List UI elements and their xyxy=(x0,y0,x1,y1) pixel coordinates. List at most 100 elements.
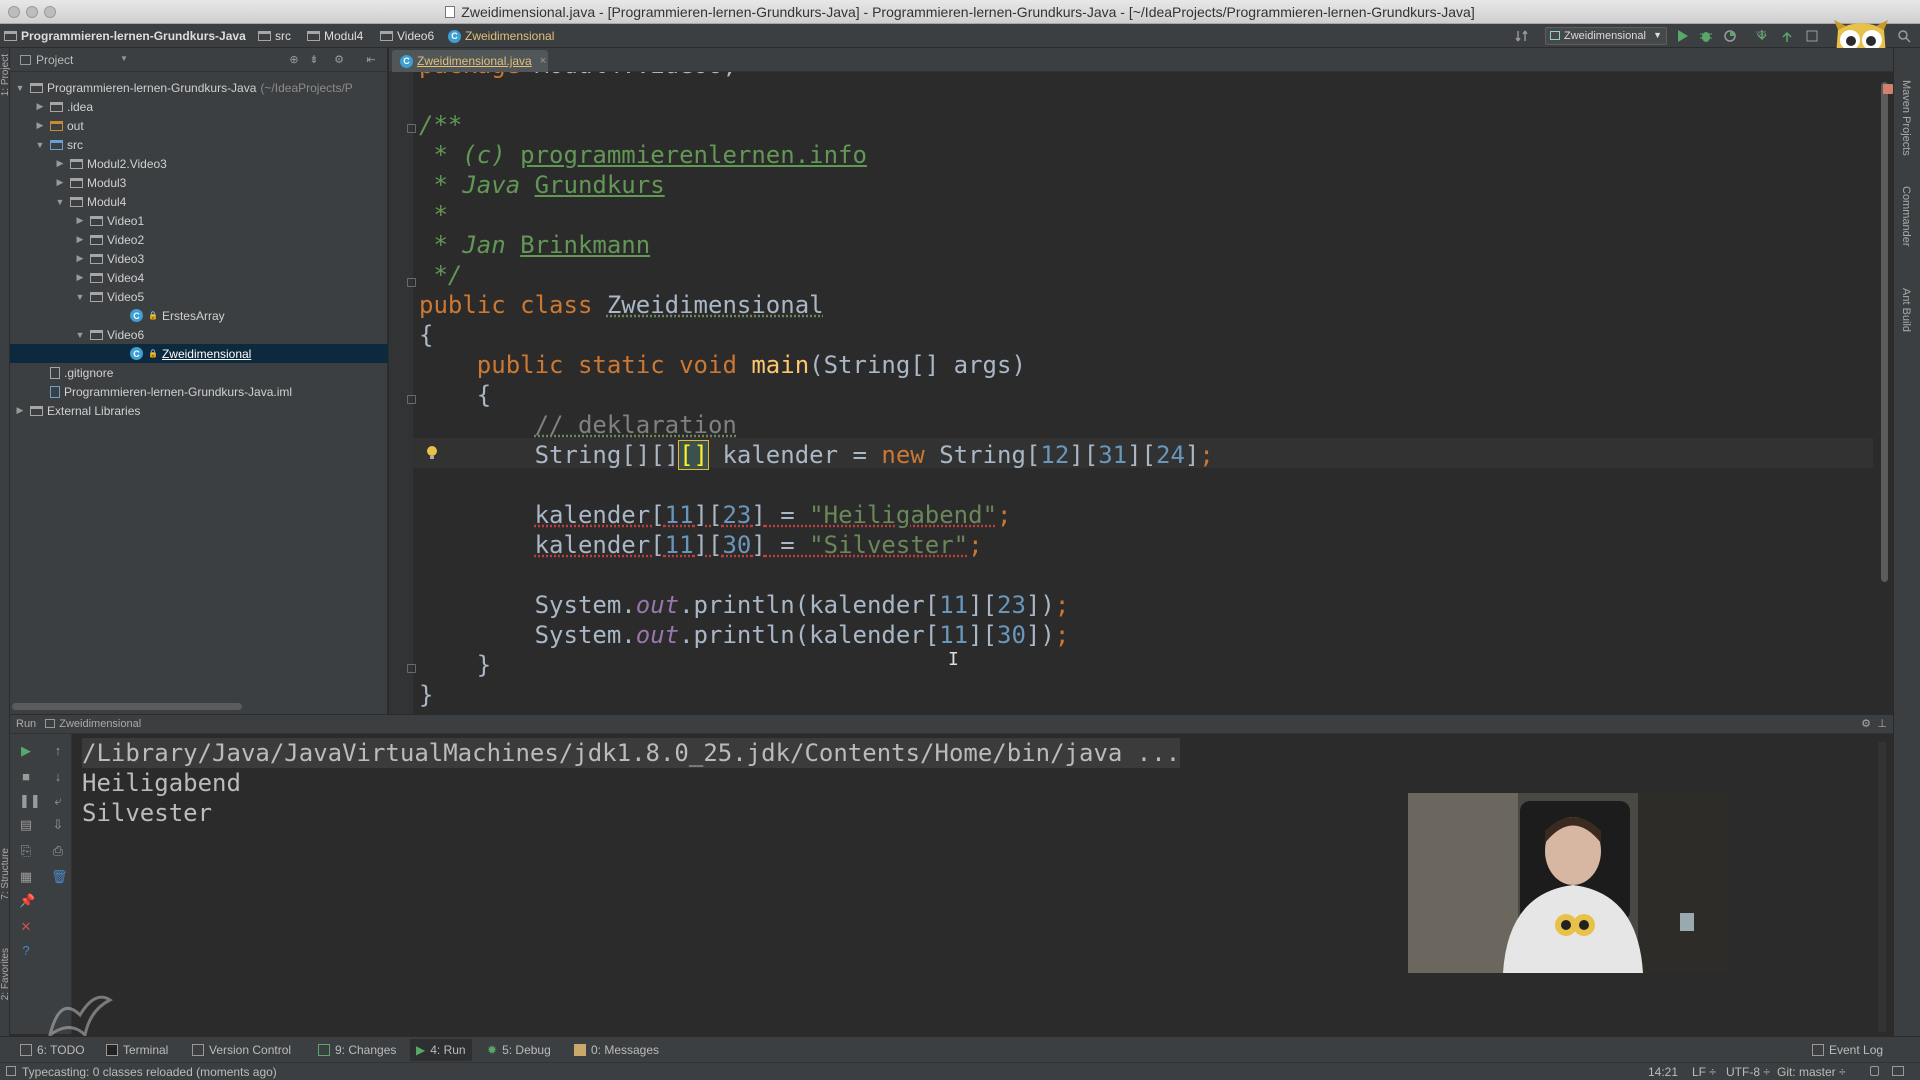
expand-arrow-right-icon[interactable]: ▶ xyxy=(34,120,46,131)
run-icon[interactable] xyxy=(1675,29,1689,43)
project-panel-title[interactable]: Project xyxy=(36,53,73,67)
breadcrumb-src[interactable]: src xyxy=(258,29,291,43)
caret-position[interactable]: 14:21 xyxy=(1648,1065,1678,1079)
close-icon[interactable]: × xyxy=(540,55,546,67)
tree-item[interactable]: ▼ Modul4 xyxy=(10,192,388,211)
memory-indicator-icon[interactable] xyxy=(1892,1066,1904,1076)
tree-item[interactable]: ▼ Video6 xyxy=(10,325,388,344)
breadcrumb-class[interactable]: C Zweidimensional xyxy=(448,29,554,43)
status-toggle-icon[interactable] xyxy=(6,1066,16,1076)
tree-item[interactable]: ▶ Video3 xyxy=(10,249,388,268)
arrow-up-icon[interactable]: ↑ xyxy=(51,744,65,758)
changes-tool-button[interactable]: 9: Changes xyxy=(318,1043,396,1057)
expand-arrow-down-icon[interactable]: ▼ xyxy=(74,330,86,340)
tree-item[interactable]: ▶ Video1 xyxy=(10,211,388,230)
expand-arrow-down-icon[interactable]: ▼ xyxy=(74,292,86,302)
tree-item[interactable]: ▶ out xyxy=(10,116,388,135)
fold-marker[interactable] xyxy=(407,664,416,673)
run-configuration-dropdown[interactable]: Zweidimensional ▼ xyxy=(1545,27,1667,45)
restore-layout-icon[interactable]: ⎘ xyxy=(19,844,33,858)
coverage-icon[interactable] xyxy=(1723,29,1737,43)
git-branch-selector[interactable]: Git: master ÷ xyxy=(1777,1065,1846,1079)
vcs-update-icon[interactable] xyxy=(1515,29,1529,43)
editor-vertical-scrollbar[interactable] xyxy=(1881,82,1888,582)
search-icon[interactable] xyxy=(1897,29,1911,43)
event-log-tool-button[interactable]: Event Log xyxy=(1812,1043,1883,1057)
lock-icon[interactable] xyxy=(1870,1066,1879,1076)
tree-item[interactable]: C 🔒 ErstesArray xyxy=(10,306,388,325)
layout-icon[interactable]: ▦ xyxy=(19,870,33,884)
breadcrumb-video6[interactable]: Video6 xyxy=(380,29,434,43)
settings-icon[interactable] xyxy=(1805,29,1819,43)
commander-tab[interactable]: Commander xyxy=(1900,186,1912,247)
run-tool-button[interactable]: ▶ 4: Run xyxy=(410,1039,472,1061)
editor-tab-zweidimensional[interactable]: C Zweidimensional.java × xyxy=(392,50,548,72)
project-horizontal-scrollbar[interactable] xyxy=(12,703,242,710)
stop-icon[interactable]: ■ xyxy=(19,770,33,784)
expand-arrow-down-icon[interactable]: ▼ xyxy=(14,83,26,93)
tree-item[interactable]: C 🔒 Zweidimensional xyxy=(10,344,388,363)
tree-item[interactable]: Programmieren-lernen-Grundkurs-Java.iml xyxy=(10,382,388,401)
vcs-push-icon[interactable] xyxy=(1780,29,1794,43)
tree-item[interactable]: ▼ Programmieren-lernen-Grundkurs-Java (~/I… xyxy=(10,78,388,97)
expand-arrow-right-icon[interactable]: ▶ xyxy=(54,158,66,169)
code-editor[interactable]: package Modul4.Video6; /** * (c) program… xyxy=(389,72,1893,714)
tree-item[interactable]: ▶ Video4 xyxy=(10,268,388,287)
vcs-commit-icon[interactable]: VCS xyxy=(1755,29,1769,43)
tree-item[interactable]: ▶ Video2 xyxy=(10,230,388,249)
trash-icon[interactable]: 🗑 xyxy=(51,870,68,884)
help-icon[interactable]: ? xyxy=(19,944,33,958)
tree-item[interactable]: ▶ Modul2.Video3 xyxy=(10,154,388,173)
messages-tool-button[interactable]: 0: Messages xyxy=(574,1043,659,1057)
expand-arrow-right-icon[interactable]: ▶ xyxy=(34,101,46,112)
encoding-selector[interactable]: UTF-8 ÷ xyxy=(1726,1065,1770,1079)
tree-item[interactable]: ▼ Video5 xyxy=(10,287,388,306)
expand-arrow-down-icon[interactable]: ▼ xyxy=(34,140,46,150)
expand-arrow-right-icon[interactable]: ▶ xyxy=(74,253,86,264)
pin-icon[interactable]: 📌 xyxy=(19,894,35,908)
expand-arrow-right-icon[interactable]: ▶ xyxy=(74,272,86,283)
tree-item[interactable]: ▶ Modul3 xyxy=(10,173,388,192)
fold-marker[interactable] xyxy=(407,124,416,133)
expand-arrow-right-icon[interactable]: ▶ xyxy=(54,177,66,188)
pause-icon[interactable]: ❚❚ xyxy=(19,794,41,808)
close-icon[interactable]: ✕ xyxy=(19,920,33,934)
fold-marker[interactable] xyxy=(407,278,416,287)
locate-file-icon[interactable]: ⊕ xyxy=(288,54,300,66)
breadcrumb-project[interactable]: Programmieren-lernen-Grundkurs-Java xyxy=(4,29,246,43)
gear-icon[interactable]: ⚙ xyxy=(333,54,345,66)
run-config-name[interactable]: Zweidimensional xyxy=(59,718,141,730)
maven-projects-tab[interactable]: Maven Projects xyxy=(1900,80,1912,156)
console-vertical-scrollbar[interactable] xyxy=(1878,742,1886,1032)
dump-threads-icon[interactable]: ▤ xyxy=(19,818,33,832)
arrow-down-icon[interactable]: ↓ xyxy=(51,770,65,784)
scroll-to-end-icon[interactable]: ⇩ xyxy=(51,818,65,832)
expand-arrow-right-icon[interactable]: ▶ xyxy=(74,234,86,245)
collapse-all-icon[interactable]: ⇟ xyxy=(308,54,320,66)
soft-wrap-icon[interactable]: ⤶ xyxy=(51,794,65,808)
fold-marker[interactable] xyxy=(407,395,416,404)
tree-item[interactable]: ▶ .idea xyxy=(10,97,388,116)
tree-item[interactable]: .gitignore xyxy=(10,363,388,382)
tree-item[interactable]: ▼ src xyxy=(10,135,388,154)
ant-build-tab[interactable]: Ant Build xyxy=(1900,288,1912,332)
chevron-down-icon[interactable]: ▼ xyxy=(120,54,128,63)
debug-tool-button[interactable]: ✹ 5: Debug xyxy=(487,1043,551,1057)
debug-icon[interactable] xyxy=(1699,29,1713,43)
error-stripe-marker[interactable] xyxy=(1883,84,1893,94)
version-control-tool-button[interactable]: Version Control xyxy=(192,1043,291,1057)
expand-arrow-down-icon[interactable]: ▼ xyxy=(54,197,66,207)
todo-tool-button[interactable]: 6: TODO xyxy=(20,1043,85,1057)
line-separator-selector[interactable]: LF ÷ xyxy=(1692,1065,1716,1079)
breadcrumb-modul4[interactable]: Modul4 xyxy=(307,29,363,43)
terminal-tool-button[interactable]: Terminal xyxy=(106,1043,168,1057)
hide-panel-icon[interactable]: ⊥ xyxy=(1877,717,1887,730)
gear-icon[interactable]: ⚙ xyxy=(1861,717,1871,730)
editor-gutter[interactable] xyxy=(389,72,413,714)
print-icon[interactable]: ⎙ xyxy=(51,844,65,858)
expand-arrow-right-icon[interactable]: ▶ xyxy=(14,405,26,416)
expand-arrow-right-icon[interactable]: ▶ xyxy=(74,215,86,226)
javadoc-website-link[interactable]: programmierenlernen.info xyxy=(520,141,867,169)
hide-panel-icon[interactable]: ⇤ xyxy=(365,54,377,66)
rerun-icon[interactable]: ▶ xyxy=(19,744,33,758)
